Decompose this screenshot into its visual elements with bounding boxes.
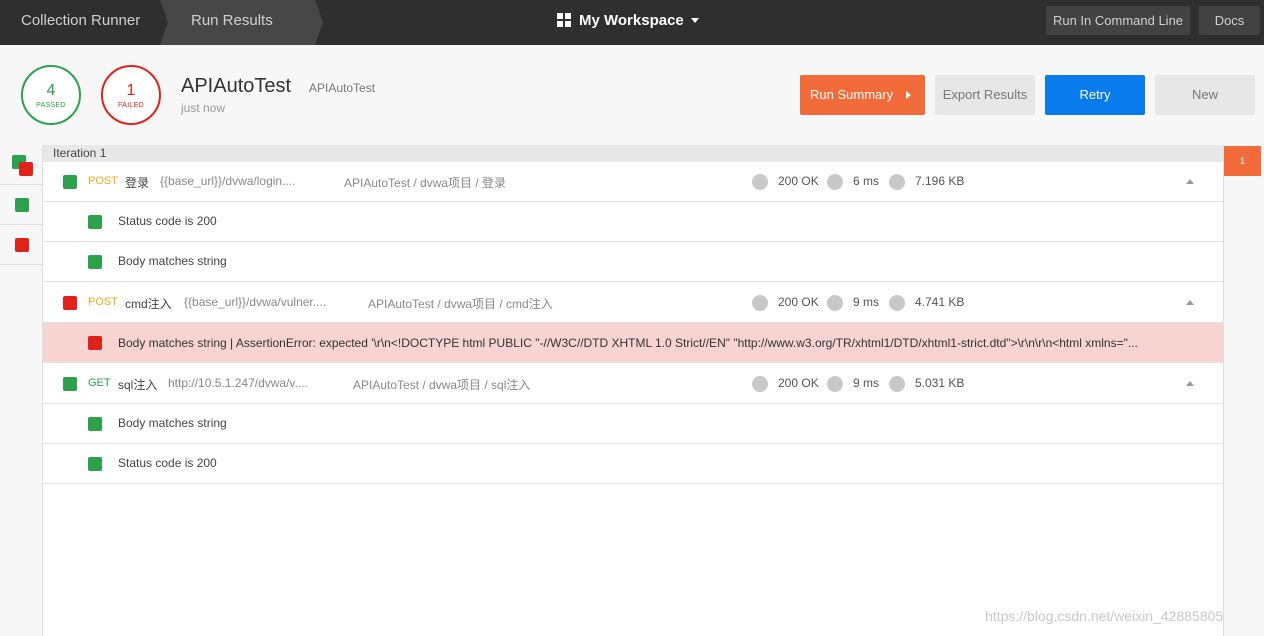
status-icon: [752, 295, 768, 311]
request-name: 登录: [125, 176, 150, 190]
fail-square-icon: [63, 296, 77, 310]
request-path: APIAutoTest / dvwa项目 / 登录: [344, 176, 507, 190]
tab-run-results[interactable]: Run Results: [160, 0, 315, 45]
rail-item-passed[interactable]: [0, 185, 42, 225]
response-status: 200 OK: [778, 295, 819, 309]
request-url: {{base_url}}/dvwa/login....: [160, 174, 296, 188]
response-status: 200 OK: [778, 376, 819, 390]
request-url: http://10.5.1.247/dvwa/v....: [168, 376, 308, 390]
pass-square-icon: [88, 417, 102, 431]
request-row[interactable]: POST 登录 {{base_url}}/dvwa/login.... APIA…: [43, 162, 1223, 202]
retry-button[interactable]: Retry: [1045, 75, 1145, 115]
tab-collection-runner[interactable]: Collection Runner: [0, 0, 160, 45]
request-name: sql注入: [118, 378, 158, 392]
pass-square-icon: [63, 175, 77, 189]
top-bar: Collection Runner Run Results My Workspa…: [0, 0, 1264, 45]
rail-item-failed[interactable]: [0, 225, 42, 265]
pass-square-icon: [88, 457, 102, 471]
test-name: Status code is 200: [118, 456, 217, 470]
test-error-message: Body matches string | AssertionError: ex…: [118, 336, 1138, 350]
fail-square-icon: [88, 336, 102, 350]
chevron-up-icon[interactable]: [1186, 300, 1194, 305]
page-title: APIAutoTest: [181, 75, 292, 97]
pass-square-icon: [15, 198, 29, 212]
test-name: Body matches string: [118, 416, 227, 430]
response-time: 9 ms: [853, 376, 880, 390]
clock-icon: [827, 295, 843, 311]
passed-count: 4: [46, 82, 56, 99]
fail-square-icon: [15, 238, 29, 252]
passed-label: PASSED: [36, 102, 66, 109]
test-name: Body matches string: [118, 254, 227, 268]
test-row: Status code is 200: [43, 444, 1223, 484]
test-row-failed: Body matches string | AssertionError: ex…: [43, 323, 1223, 363]
new-button[interactable]: New: [1155, 75, 1255, 115]
request-method: GET: [88, 377, 111, 389]
pass-square-icon: [88, 215, 102, 229]
response-size: 7.196 KB: [915, 174, 965, 188]
clock-icon: [827, 174, 843, 190]
response-size: 4.741 KB: [915, 295, 965, 309]
request-path: APIAutoTest / dvwa项目 / cmd注入: [368, 297, 553, 311]
caret-down-icon: [690, 18, 699, 23]
run-in-command-line-button[interactable]: Run In Command Line: [1046, 6, 1190, 35]
test-row: Status code is 200: [43, 202, 1223, 242]
request-url: {{base_url}}/dvwa/vulner....: [184, 295, 327, 309]
test-row: Body matches string: [43, 404, 1223, 444]
pass-square-icon: [63, 377, 77, 391]
size-icon: [889, 295, 905, 311]
results-panel: Iteration 1 POST 登录 {{base_url}}/dvwa/lo…: [43, 145, 1224, 636]
size-icon: [889, 174, 905, 190]
chevron-up-icon[interactable]: [1186, 179, 1194, 184]
test-name: Status code is 200: [118, 214, 217, 228]
failed-label: FAILED: [118, 102, 144, 109]
rail-item-all[interactable]: [0, 145, 42, 185]
iteration-header: Iteration 1: [43, 145, 1223, 162]
docs-button[interactable]: Docs: [1199, 6, 1260, 35]
run-summary-button[interactable]: Run Summary: [800, 75, 925, 115]
response-status: 200 OK: [778, 174, 819, 188]
response-time: 9 ms: [853, 295, 880, 309]
failed-counter: 1 FAILED: [101, 65, 161, 125]
status-icon: [752, 376, 768, 392]
request-name: cmd注入: [125, 297, 172, 311]
request-row[interactable]: GET sql注入 http://10.5.1.247/dvwa/v.... A…: [43, 364, 1223, 404]
iteration-badge[interactable]: 1: [1224, 146, 1261, 176]
watermark: https://blog.csdn.net/weixin_42885805: [985, 608, 1224, 624]
response-size: 5.031 KB: [915, 376, 965, 390]
workspace-name: My Workspace: [579, 12, 684, 29]
clock-icon: [827, 376, 843, 392]
test-row: Body matches string: [43, 242, 1223, 282]
chevron-up-icon[interactable]: [1186, 381, 1194, 386]
request-method: POST: [88, 296, 118, 308]
run-timestamp: just now: [181, 101, 226, 115]
passed-counter: 4 PASSED: [21, 65, 81, 125]
workspace-switcher[interactable]: My Workspace: [557, 0, 699, 42]
request-row[interactable]: POST cmd注入 {{base_url}}/dvwa/vulner.... …: [43, 283, 1223, 323]
export-results-button[interactable]: Export Results: [935, 75, 1035, 115]
run-summary-label: Run Summary: [810, 87, 894, 102]
breadcrumb-separator: [160, 0, 168, 45]
pass-square-icon: [88, 255, 102, 269]
response-time: 6 ms: [853, 174, 880, 188]
iteration-rail: [0, 145, 43, 636]
size-icon: [889, 376, 905, 392]
breadcrumb-separator: [315, 0, 323, 45]
play-icon: [906, 91, 911, 99]
request-method: POST: [88, 175, 118, 187]
fail-square-icon: [19, 162, 33, 176]
grid-icon: [557, 13, 571, 27]
failed-count: 1: [126, 82, 136, 99]
request-path: APIAutoTest / dvwa项目 / sql注入: [353, 378, 531, 392]
timeline-rail: 1: [1224, 145, 1264, 636]
collection-name: APIAutoTest: [309, 81, 376, 95]
status-icon: [752, 174, 768, 190]
